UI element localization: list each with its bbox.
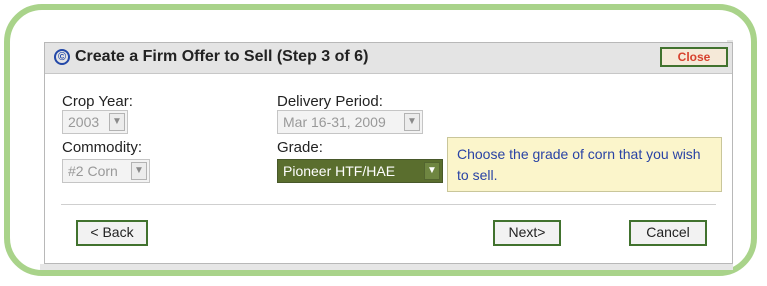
chevron-down-icon: ▼ [424,162,440,180]
dialog-titlebar: © Create a Firm Offer to Sell (Step 3 of… [45,43,732,74]
grade-value: Pioneer HTF/HAE [283,163,396,179]
crop-year-label: Crop Year: [62,93,133,110]
chevron-down-icon: ▼ [404,113,420,131]
cancel-button[interactable]: Cancel [629,220,707,246]
grade-tooltip: Choose the grade of corn that you wish t… [447,137,722,192]
chevron-down-icon: ▼ [131,162,147,180]
offer-dialog: © Create a Firm Offer to Sell (Step 3 of… [44,42,733,264]
copyright-icon: © [54,49,70,65]
commodity-label: Commodity: [62,139,143,156]
dialog-title: Create a Firm Offer to Sell (Step 3 of 6… [75,48,369,65]
next-button[interactable]: Next> [493,220,561,246]
crop-year-select[interactable]: 2003 ▼ [62,110,128,134]
grade-label: Grade: [277,139,323,156]
commodity-value: #2 Corn [68,163,118,179]
delivery-period-select[interactable]: Mar 16-31, 2009 ▼ [277,110,423,134]
delivery-period-value: Mar 16-31, 2009 [283,114,386,130]
grade-select[interactable]: Pioneer HTF/HAE ▼ [277,159,443,183]
back-button[interactable]: < Back [76,220,148,246]
crop-year-value: 2003 [68,114,100,130]
commodity-select[interactable]: #2 Corn ▼ [62,159,150,183]
close-button[interactable]: Close [660,47,728,67]
chevron-down-icon: ▼ [109,113,125,131]
divider [61,204,716,205]
delivery-period-label: Delivery Period: [277,93,383,110]
